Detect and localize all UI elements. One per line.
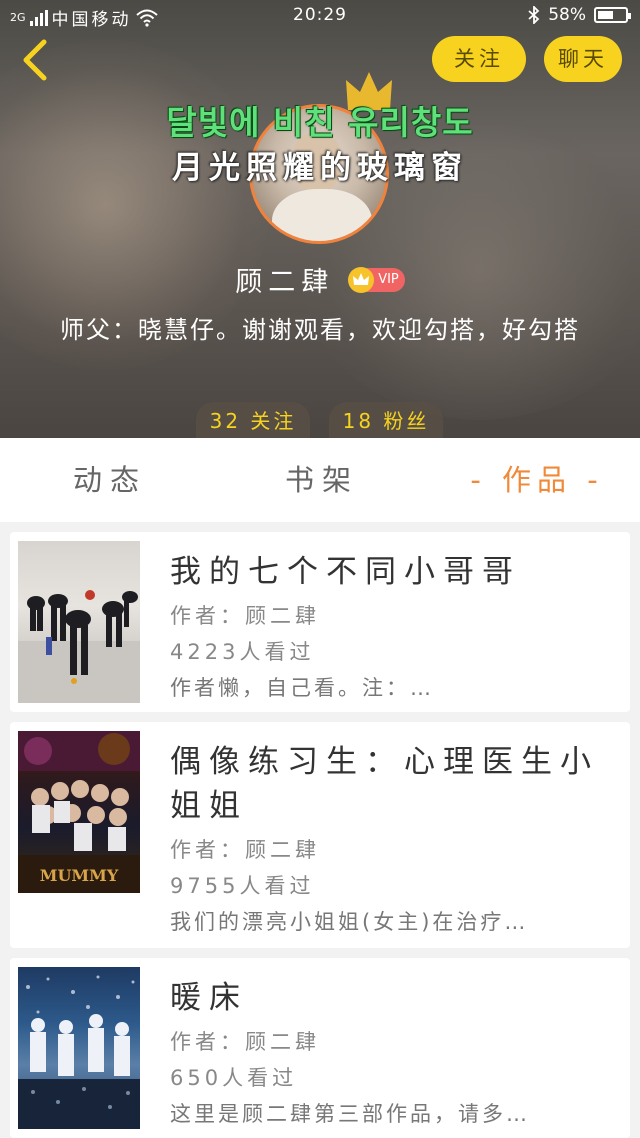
- follow-button[interactable]: 关注: [432, 36, 526, 82]
- work-summary: 作者懒，自己看。注：…: [170, 676, 434, 700]
- work-info: 我的七个不同小哥哥 作者：顾二肆 4223人看过 作者懒，自己看。注：…: [170, 546, 610, 706]
- poster-illustration: MUMMY: [18, 731, 140, 893]
- following-count[interactable]: 32 关注: [196, 402, 310, 438]
- bluetooth-icon: [528, 6, 540, 24]
- work-cover-image: MUMMY: [18, 731, 140, 893]
- vip-label: VIP: [378, 272, 399, 287]
- poster-title: MUMMY: [40, 866, 119, 885]
- work-title: 暖床: [170, 980, 248, 1016]
- work-info: 暖床 作者：顾二肆 650人看过 这里是顾二肆第三部作品，请多…: [170, 972, 610, 1132]
- battery-percent: 58%: [548, 5, 586, 25]
- status-bar: 2G 中国移动 20:29 58%: [0, 0, 640, 32]
- vip-badge: VIP: [348, 266, 405, 293]
- profile-tabs: 动态 书架 - 作品 -: [0, 438, 640, 522]
- work-info: 偶像练习生：心理医生小姐姐 作者：顾二肆 9755人看过 我们的漂亮小姐姐(女主…: [170, 736, 610, 940]
- cover-title-korean: 달빛에 비친 유리창도: [166, 103, 474, 142]
- work-cover-image: [18, 541, 140, 703]
- work-card[interactable]: MUMMY 偶像练习生：心理医生小姐姐 作者：顾二肆 9755人看过 我们的漂亮…: [10, 722, 630, 948]
- work-summary: 我们的漂亮小姐姐(女主)在治疗…: [170, 910, 529, 934]
- fans-count[interactable]: 18 粉丝: [329, 402, 443, 438]
- work-card[interactable]: 暖床 作者：顾二肆 650人看过 这里是顾二肆第三部作品，请多…: [10, 958, 630, 1138]
- work-cover-image: [18, 967, 140, 1129]
- dancers-illustration: [18, 590, 140, 703]
- work-title: 偶像练习生：心理医生小姐姐: [170, 744, 599, 824]
- battery-icon: [594, 7, 631, 23]
- tab-works[interactable]: - 作品 -: [452, 438, 622, 522]
- work-views: 4223人看过: [170, 640, 315, 664]
- back-button[interactable]: [14, 38, 58, 82]
- stage-illustration: [18, 975, 140, 1129]
- profile-header: 2G 中国移动 20:29 58% 关注 聊天 달빛에 비친 유리창도 月光照耀…: [0, 0, 640, 438]
- vip-crown-icon: [348, 266, 375, 293]
- chat-button[interactable]: 聊天: [544, 36, 622, 82]
- work-author: 作者：顾二肆: [170, 1030, 320, 1054]
- user-name: 顾二肆: [235, 267, 335, 298]
- work-views: 650人看过: [170, 1066, 298, 1090]
- cover-title-chinese: 月光照耀的玻璃窗: [172, 150, 468, 186]
- status-right: 58%: [528, 5, 631, 25]
- work-card[interactable]: 我的七个不同小哥哥 作者：顾二肆 4223人看过 作者懒，自己看。注：…: [10, 532, 630, 712]
- work-title: 我的七个不同小哥哥: [170, 554, 521, 590]
- work-author: 作者：顾二肆: [170, 838, 320, 862]
- user-row: 顾二肆 VIP: [0, 260, 640, 299]
- user-bio: 师父：晓慧仔。谢谢观看，欢迎勾搭，好勾搭: [60, 316, 580, 344]
- battery-fill: [598, 11, 613, 19]
- tab-dynamics[interactable]: 动态: [60, 438, 160, 522]
- chevron-left-icon: [23, 39, 47, 81]
- work-summary: 这里是顾二肆第三部作品，请多…: [170, 1102, 530, 1126]
- work-views: 9755人看过: [170, 874, 315, 898]
- work-author: 作者：顾二肆: [170, 604, 320, 628]
- tab-bookshelf[interactable]: 书架: [272, 438, 372, 522]
